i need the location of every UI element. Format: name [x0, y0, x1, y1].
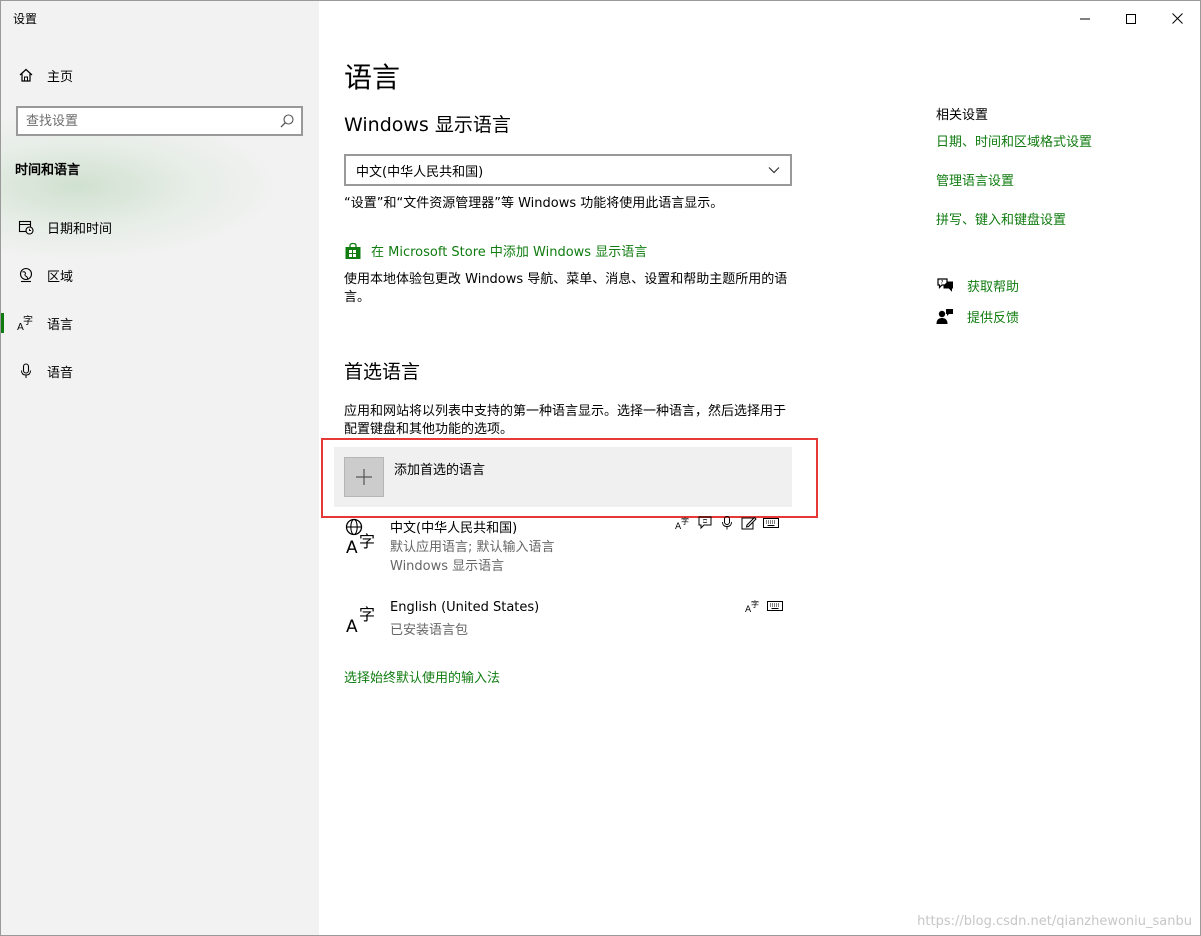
svg-text:?: ?	[941, 280, 944, 286]
sidebar-item-home[interactable]: 主页	[1, 55, 319, 95]
plus-icon	[344, 457, 384, 497]
store-description: 使用本地体验包更改 Windows 导航、菜单、消息、设置和帮助主题所用的语言。	[344, 272, 788, 305]
related-settings: 相关设置 日期、时间和区域格式设置 管理语言设置 拼写、键入和键盘设置 ? 获取…	[936, 1, 1176, 935]
get-help-item[interactable]: ? 获取帮助	[936, 276, 1019, 295]
svg-text:字: 字	[751, 599, 759, 609]
keyboard-icon	[766, 598, 783, 614]
language-name: 中文(中华人民共和国)	[390, 521, 518, 536]
sidebar-item-speech[interactable]: 语音	[1, 351, 319, 391]
store-link-label[interactable]: 在 Microsoft Store 中添加 Windows 显示语言	[371, 241, 647, 260]
sidebar-item-region[interactable]: 区域	[1, 255, 319, 295]
help-icon: ?	[936, 277, 954, 295]
feedback-icon	[936, 308, 954, 326]
sidebar: 设置 主页 时间和语言 日期和时间 区域	[1, 1, 319, 935]
sidebar-item-label: 主页	[47, 69, 74, 85]
page-title: 语言	[344, 61, 401, 94]
language-name: English (United States)	[390, 600, 540, 615]
keyboard-icon	[762, 515, 779, 531]
preferred-language-heading: 首选语言	[344, 361, 421, 383]
sidebar-item-label: 语音	[47, 365, 74, 381]
svg-text:字: 字	[359, 605, 375, 624]
search-icon[interactable]	[279, 113, 295, 129]
add-language-label: 添加首选的语言	[394, 463, 486, 478]
globe-icon	[17, 266, 35, 284]
feedback-link[interactable]: 提供反馈	[967, 307, 1019, 326]
store-icon	[344, 242, 362, 260]
search-box[interactable]	[16, 106, 303, 136]
sidebar-section-title: 时间和语言	[15, 163, 81, 178]
sidebar-item-label: 区域	[47, 269, 74, 285]
main-content: 语言 Windows 显示语言 中文(中华人民共和国) “设置”和“文件资源管理…	[321, 1, 904, 935]
svg-text:字: 字	[23, 314, 33, 327]
language-icon: A字	[17, 314, 35, 332]
get-help-link[interactable]: 获取帮助	[967, 276, 1019, 295]
microphone-feature-icon	[718, 515, 735, 531]
default-input-method-link[interactable]: 选择始终默认使用的输入法	[344, 667, 500, 686]
sidebar-item-label: 日期和时间	[47, 221, 113, 237]
language-pack-icon: A字	[344, 517, 380, 558]
search-input[interactable]	[18, 108, 258, 134]
speech-recognition-icon	[696, 515, 713, 531]
handwriting-icon	[740, 515, 757, 531]
display-language-value: 中文(中华人民共和国)	[356, 164, 484, 180]
svg-text:A: A	[346, 538, 358, 557]
related-settings-heading: 相关设置	[936, 108, 989, 123]
language-item-chinese[interactable]: A字 中文(中华人民共和国) 默认应用语言; 默认输入语言 Windows 显示…	[344, 515, 792, 577]
language-status: 默认应用语言; 默认输入语言	[390, 540, 555, 555]
add-language-button[interactable]: 添加首选的语言	[334, 447, 792, 507]
sidebar-item-label: 语言	[47, 317, 74, 333]
date-time-region-link[interactable]: 日期、时间和区域格式设置	[936, 131, 1092, 150]
sidebar-item-date-time[interactable]: 日期和时间	[1, 207, 319, 247]
manage-language-link[interactable]: 管理语言设置	[936, 170, 1014, 189]
preferred-language-description: 应用和网站将以列表中支持的第一种语言显示。选择一种语言，然后选择用于配置键盘和其…	[344, 404, 787, 437]
active-indicator	[1, 313, 4, 333]
store-link[interactable]: 在 Microsoft Store 中添加 Windows 显示语言	[344, 241, 647, 260]
svg-text:字: 字	[359, 532, 375, 551]
feedback-item[interactable]: 提供反馈	[936, 307, 1019, 326]
calendar-clock-icon	[17, 218, 35, 236]
svg-text:A: A	[346, 617, 358, 637]
display-language-heading: Windows 显示语言	[344, 114, 511, 136]
language-status: 已安装语言包	[390, 623, 469, 638]
watermark: https://blog.csdn.net/qianzhewoniu_sanbu	[917, 914, 1192, 929]
language-status-display: Windows 显示语言	[390, 559, 505, 574]
feature-icons: A字	[674, 515, 779, 531]
microphone-icon	[17, 362, 35, 380]
display-language-description: “设置”和“文件资源管理器”等 Windows 功能将使用此语言显示。	[344, 196, 724, 211]
home-icon	[17, 66, 35, 84]
language-item-english[interactable]: A字 English (United States) 已安装语言包 A字	[344, 598, 792, 640]
svg-text:字: 字	[681, 516, 689, 526]
settings-window: 设置 主页 时间和语言 日期和时间 区域	[0, 0, 1201, 936]
sidebar-item-language[interactable]: A字 语言	[1, 303, 319, 343]
display-language-select[interactable]: 中文(中华人民共和国)	[344, 154, 792, 186]
language-pack-feature-icon: A字	[674, 515, 691, 531]
language-icon: A字	[344, 600, 380, 640]
language-pack-feature-icon: A字	[744, 598, 761, 614]
chevron-down-icon	[758, 156, 790, 184]
feature-icons: A字	[744, 598, 783, 614]
spelling-typing-keyboard-link[interactable]: 拼写、键入和键盘设置	[936, 209, 1066, 228]
app-title: 设置	[13, 12, 38, 26]
